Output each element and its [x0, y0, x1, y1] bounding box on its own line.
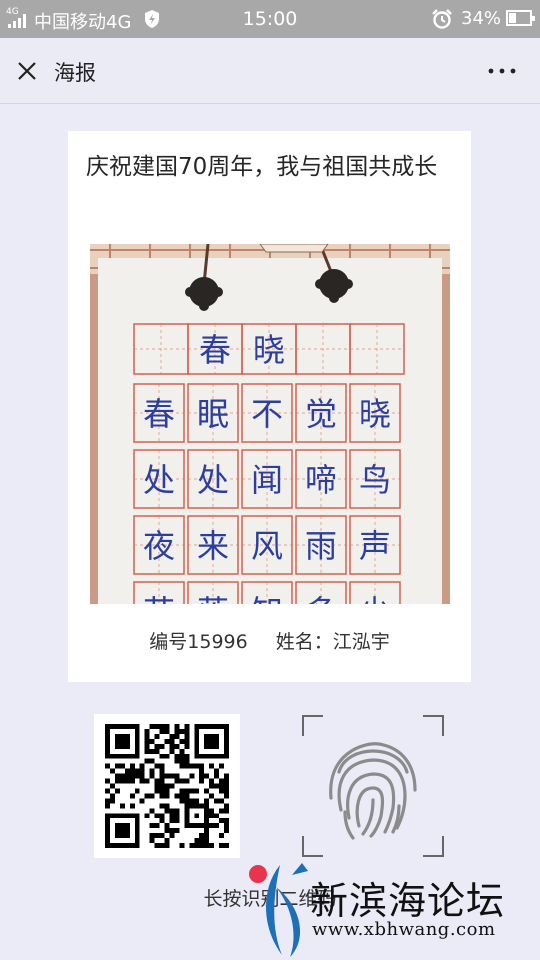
battery-nub [532, 16, 535, 21]
poem-char: 春 [143, 395, 175, 433]
poster-title: 庆祝建国70周年，我与祖国共成长 [86, 154, 438, 180]
poem-char: 晓 [359, 395, 391, 433]
poem-char: 鸟 [359, 461, 391, 499]
poem-char: 啼 [305, 461, 337, 499]
clock-time: 15:00 [242, 8, 298, 30]
poem-char: 少 [359, 593, 391, 604]
poster-card: 庆祝建国70周年，我与祖国共成长 春晓春眠不觉晓处处闻啼鸟夜来风雨声花落知多少 … [68, 131, 471, 682]
poem-char: 知 [251, 593, 283, 604]
poem-char: 声 [359, 527, 391, 565]
fingerprint-icon[interactable] [301, 714, 445, 858]
close-icon[interactable] [14, 58, 40, 84]
status-bar: 4G 中国移动4G 15:00 34% [0, 0, 540, 38]
poem-char: 风 [251, 527, 283, 565]
watermark: 新滨海论坛 www.xbhwang.com [246, 857, 540, 960]
poem-char: 眠 [197, 395, 229, 433]
poem-char: 夜 [143, 527, 175, 565]
poster-meta: 编号15996 姓名：江泓宇 [68, 627, 471, 654]
poem-char: 觉 [305, 395, 337, 433]
entry-number: 编号15996 [149, 631, 248, 653]
alarm-icon [432, 9, 452, 29]
poem-char: 不 [251, 395, 283, 433]
nav-bar: 海报 [0, 38, 540, 104]
watermark-name: 新滨海论坛 [310, 879, 506, 923]
heading-char: 晓 [253, 331, 285, 369]
battery-level-fill [509, 13, 516, 23]
more-icon[interactable] [484, 58, 520, 84]
poem-char: 雨 [305, 527, 337, 565]
poem-photo: 春晓春眠不觉晓处处闻啼鸟夜来风雨声花落知多少 [90, 244, 450, 604]
qr-code[interactable] [94, 714, 240, 858]
qr-code-icon [105, 724, 229, 848]
poem-char: 处 [143, 461, 175, 499]
poem-char: 处 [197, 461, 229, 499]
entrant-name: 姓名：江泓宇 [275, 631, 390, 653]
heading-char: 春 [199, 331, 231, 369]
battery-percent: 34% [461, 8, 502, 29]
battery-icon [506, 10, 535, 26]
poem-char: 花 [143, 593, 175, 604]
watermark-url: www.xbhwang.com [312, 919, 496, 940]
poem-char: 多 [305, 593, 337, 604]
poem-char: 闻 [251, 461, 283, 499]
page-title: 海报 [54, 61, 96, 85]
poem-char: 来 [197, 527, 229, 565]
poem-char: 落 [197, 593, 229, 604]
